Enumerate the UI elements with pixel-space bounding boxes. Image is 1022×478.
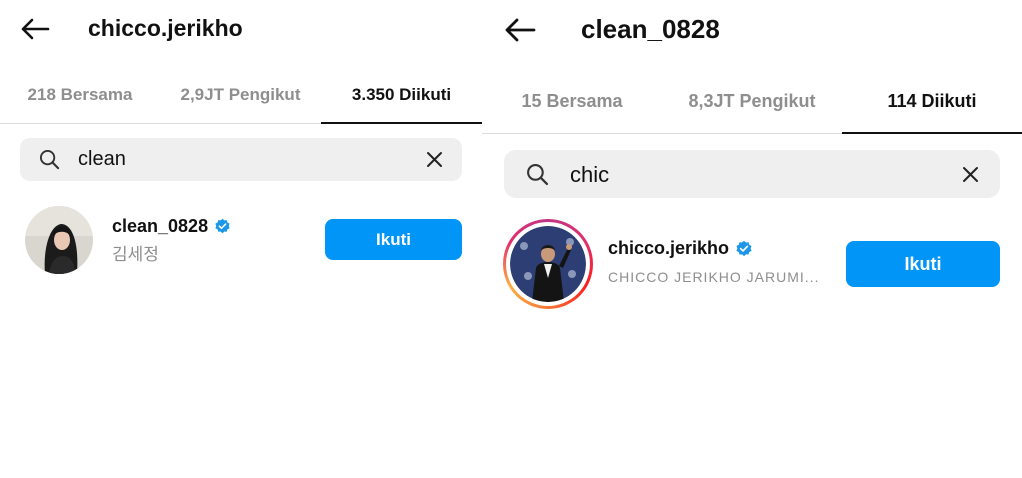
- search-input[interactable]: chic: [570, 162, 609, 188]
- avatar-photo: [510, 226, 586, 302]
- tab-followers[interactable]: 8,3JT Pengikut: [662, 70, 842, 133]
- follow-tabs: 15 Bersama 8,3JT Pengikut 114 Diikuti: [482, 70, 1022, 134]
- result-fullname: 김세정: [112, 245, 159, 264]
- avatar-photo: [25, 206, 93, 274]
- profile-title: chicco.jerikho: [88, 15, 243, 41]
- search-icon: [39, 149, 60, 170]
- search-icon: [527, 164, 549, 186]
- tab-following[interactable]: 114 Diikuti: [842, 70, 1022, 134]
- search-bar[interactable]: chic: [504, 150, 1000, 198]
- avatar[interactable]: [25, 206, 93, 274]
- search-bar[interactable]: clean: [20, 138, 462, 181]
- result-fullname: CHICCO JERIKHO JARUMI...: [608, 269, 820, 285]
- close-icon[interactable]: [962, 166, 979, 183]
- username-text: clean_0828: [112, 216, 209, 236]
- verified-badge-icon: [215, 218, 230, 234]
- right-screen: clean_0828 15 Bersama 8,3JT Pengikut 114…: [482, 0, 1022, 478]
- avatar[interactable]: [503, 219, 593, 309]
- back-arrow-icon[interactable]: [504, 17, 536, 43]
- tab-followers[interactable]: 2,9JT Pengikut: [160, 66, 321, 123]
- result-username[interactable]: clean_0828: [112, 216, 231, 237]
- result-username[interactable]: chicco.jerikho: [608, 238, 753, 259]
- tab-mutual[interactable]: 15 Bersama: [482, 70, 662, 133]
- tab-mutual[interactable]: 218 Bersama: [0, 66, 160, 123]
- tab-following[interactable]: 3.350 Diikuti: [321, 66, 482, 124]
- follow-button[interactable]: Ikuti: [846, 241, 1000, 287]
- search-input[interactable]: clean: [78, 148, 126, 171]
- back-arrow-icon[interactable]: [20, 17, 50, 41]
- left-screen: chicco.jerikho 218 Bersama 2,9JT Pengiku…: [0, 0, 482, 478]
- follow-button[interactable]: Ikuti: [325, 219, 462, 260]
- follow-tabs: 218 Bersama 2,9JT Pengikut 3.350 Diikuti: [0, 66, 482, 124]
- close-icon[interactable]: [426, 151, 443, 168]
- profile-title: clean_0828: [581, 14, 720, 44]
- verified-badge-icon: [736, 240, 752, 256]
- username-text: chicco.jerikho: [608, 238, 730, 258]
